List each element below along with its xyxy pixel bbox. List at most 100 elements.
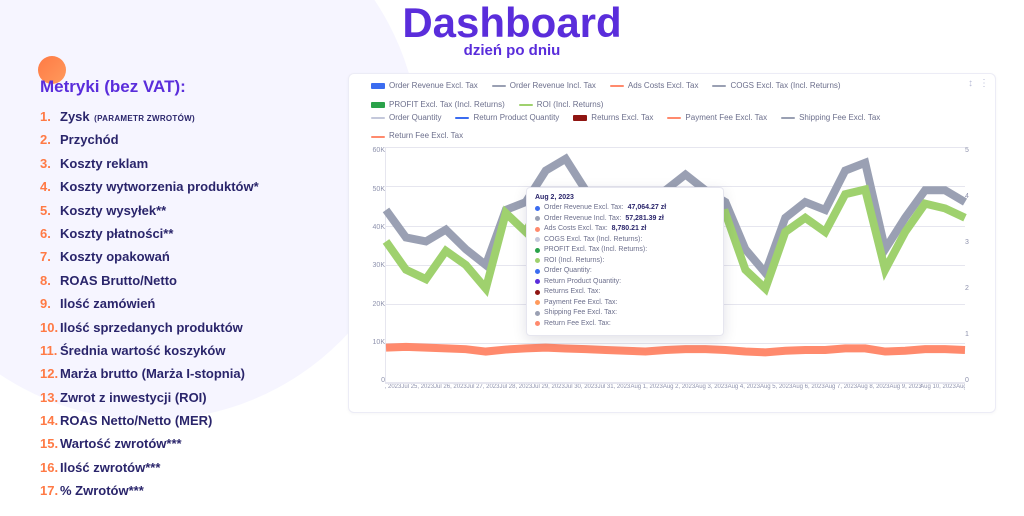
y-tick: 20K bbox=[361, 301, 385, 308]
tooltip-label: Return Product Quantity: bbox=[544, 277, 621, 288]
tooltip-row: Order Revenue Incl. Tax: 57,281.39 zł bbox=[535, 214, 715, 225]
legend-swatch bbox=[712, 85, 726, 87]
tooltip-color-dot bbox=[535, 216, 540, 221]
tooltip-row: Return Fee Excl. Tax: bbox=[535, 319, 715, 330]
tooltip-label: PROFIT Excl. Tax (Incl. Returns): bbox=[544, 245, 647, 256]
legend-label: PROFIT Excl. Tax (Incl. Returns) bbox=[389, 99, 505, 112]
legend-swatch bbox=[455, 117, 469, 119]
x-tick: Jul 24, 2023 bbox=[385, 384, 401, 402]
y2-tick: 4 bbox=[965, 193, 983, 200]
metric-label: Ilość zamówień bbox=[60, 296, 155, 311]
legend-label: Order Quantity bbox=[389, 112, 441, 125]
tooltip-row: COGS Excl. Tax (Incl. Returns): bbox=[535, 235, 715, 246]
y-tick: 0 bbox=[361, 377, 385, 384]
tooltip-value: 8,780.21 zł bbox=[612, 224, 647, 235]
tooltip-color-dot bbox=[535, 269, 540, 274]
metric-item: Zysk (PARAMETR ZWROTÓW) bbox=[40, 105, 340, 128]
metric-label: Przychód bbox=[60, 132, 119, 147]
tooltip-label: Ads Costs Excl. Tax: bbox=[544, 224, 608, 235]
tooltip-label: ROI (Incl. Returns): bbox=[544, 256, 604, 267]
legend-label: ROI (Incl. Returns) bbox=[537, 99, 604, 112]
tooltip-label: Order Quantity: bbox=[544, 266, 592, 277]
legend-entry: Return Fee Excl. Tax bbox=[371, 130, 463, 143]
metric-item: Marża brutto (Marża I-stopnia) bbox=[40, 362, 340, 385]
legend-label: COGS Excl. Tax (Incl. Returns) bbox=[730, 80, 840, 93]
metric-label: ROAS Brutto/Netto bbox=[60, 273, 177, 288]
metric-label: Zysk bbox=[60, 109, 90, 124]
legend-label: Order Revenue Excl. Tax bbox=[389, 80, 478, 93]
x-tick: Aug 1, 2023 bbox=[630, 384, 662, 402]
series-line bbox=[386, 347, 965, 352]
tooltip-color-dot bbox=[535, 248, 540, 253]
legend-label: Return Product Quantity bbox=[473, 112, 559, 125]
tooltip-color-dot bbox=[535, 258, 540, 263]
y2-tick: 1 bbox=[965, 331, 983, 338]
tooltip-row: Shipping Fee Excl. Tax: bbox=[535, 308, 715, 319]
title-block: Dashboard dzień po dniu bbox=[0, 2, 1024, 59]
x-axis: Jul 24, 2023Jul 25, 2023Jul 26, 2023Jul … bbox=[385, 384, 965, 402]
x-tick: Aug 6, 2023 bbox=[792, 384, 824, 402]
metric-label: Średnia wartość koszyków bbox=[60, 343, 225, 358]
metric-label: Koszty wytworzenia produktów* bbox=[60, 179, 259, 194]
x-tick: Jul 28, 2023 bbox=[499, 384, 532, 402]
legend-entry: PROFIT Excl. Tax (Incl. Returns) bbox=[371, 99, 505, 112]
legend-swatch bbox=[781, 117, 795, 119]
x-tick: Aug 10, 2023 bbox=[920, 384, 956, 402]
metric-label: Ilość zwrotów*** bbox=[60, 460, 160, 475]
page-subtitle: dzień po dniu bbox=[0, 42, 1024, 59]
legend-label: Shipping Fee Excl. Tax bbox=[799, 112, 880, 125]
x-tick: Aug 7, 2023 bbox=[825, 384, 857, 402]
metric-item: Średnia wartość koszyków bbox=[40, 339, 340, 362]
chart-menu-icon[interactable]: ⋮ bbox=[979, 78, 989, 89]
legend-entry: Order Revenue Excl. Tax bbox=[371, 80, 478, 93]
metric-label: Marża brutto (Marża I-stopnia) bbox=[60, 366, 245, 381]
tooltip-label: Order Revenue Incl. Tax: bbox=[544, 214, 621, 225]
legend-entry: Shipping Fee Excl. Tax bbox=[781, 112, 880, 125]
metrics-heading: Metryki (bez VAT): bbox=[40, 77, 340, 97]
tooltip-label: Shipping Fee Excl. Tax: bbox=[544, 308, 617, 319]
legend-label: Payment Fee Excl. Tax bbox=[685, 112, 767, 125]
metric-label: ROAS Netto/Netto (MER) bbox=[60, 413, 212, 428]
y2-tick: 5 bbox=[965, 147, 983, 154]
y2-tick: 2 bbox=[965, 285, 983, 292]
metric-label: Koszty wysyłek** bbox=[60, 203, 166, 218]
tooltip-label: Order Revenue Excl. Tax: bbox=[544, 203, 624, 214]
chart-tooltip: Aug 2, 2023 Order Revenue Excl. Tax: 47,… bbox=[526, 187, 724, 336]
legend-swatch bbox=[573, 115, 587, 121]
chart-sort-icon[interactable]: ↕ bbox=[968, 78, 973, 89]
metric-item: Koszty wytworzenia produktów* bbox=[40, 175, 340, 198]
chart-legend: Order Revenue Excl. TaxOrder Revenue Inc… bbox=[357, 80, 987, 145]
y-tick: 30K bbox=[361, 262, 385, 269]
legend-entry: Payment Fee Excl. Tax bbox=[667, 112, 767, 125]
tooltip-color-dot bbox=[535, 290, 540, 295]
legend-swatch bbox=[667, 117, 681, 119]
tooltip-color-dot bbox=[535, 321, 540, 326]
x-tick: Aug 2, 2023 bbox=[663, 384, 695, 402]
tooltip-label: Return Fee Excl. Tax: bbox=[544, 319, 611, 330]
y-tick: 50K bbox=[361, 186, 385, 193]
tooltip-value: 57,281.39 zł bbox=[625, 214, 664, 225]
metrics-list: Zysk (PARAMETR ZWROTÓW) Przychód Koszty re… bbox=[40, 105, 340, 503]
tooltip-color-dot bbox=[535, 279, 540, 284]
chart-card: ↕ ⋮ Order Revenue Excl. TaxOrder Revenue… bbox=[348, 73, 996, 413]
legend-entry: Ads Costs Excl. Tax bbox=[610, 80, 699, 93]
y-tick: 10K bbox=[361, 339, 385, 346]
metric-sublabel: (PARAMETR ZWROTÓW) bbox=[92, 114, 195, 123]
x-tick: Aug 3, 2023 bbox=[695, 384, 727, 402]
y-tick: 60K bbox=[361, 147, 385, 154]
legend-swatch bbox=[371, 136, 385, 138]
x-tick: Jul 30, 2023 bbox=[565, 384, 598, 402]
metric-label: Wartość zwrotów*** bbox=[60, 436, 182, 451]
y2-tick: 0 bbox=[965, 377, 983, 384]
metric-item: ROAS Netto/Netto (MER) bbox=[40, 409, 340, 432]
page-title: Dashboard bbox=[0, 2, 1024, 44]
metric-item: Koszty wysyłek** bbox=[40, 199, 340, 222]
legend-entry: ROI (Incl. Returns) bbox=[519, 99, 604, 112]
metrics-panel: Metryki (bez VAT): Zysk (PARAMETR ZWROTÓ… bbox=[0, 59, 340, 516]
legend-entry: Return Product Quantity bbox=[455, 112, 559, 125]
metric-item: % Zwrotów*** bbox=[40, 479, 340, 502]
metric-label: Koszty reklam bbox=[60, 156, 148, 171]
metric-item: Ilość zwrotów*** bbox=[40, 456, 340, 479]
legend-entry: COGS Excl. Tax (Incl. Returns) bbox=[712, 80, 840, 93]
tooltip-color-dot bbox=[535, 227, 540, 232]
